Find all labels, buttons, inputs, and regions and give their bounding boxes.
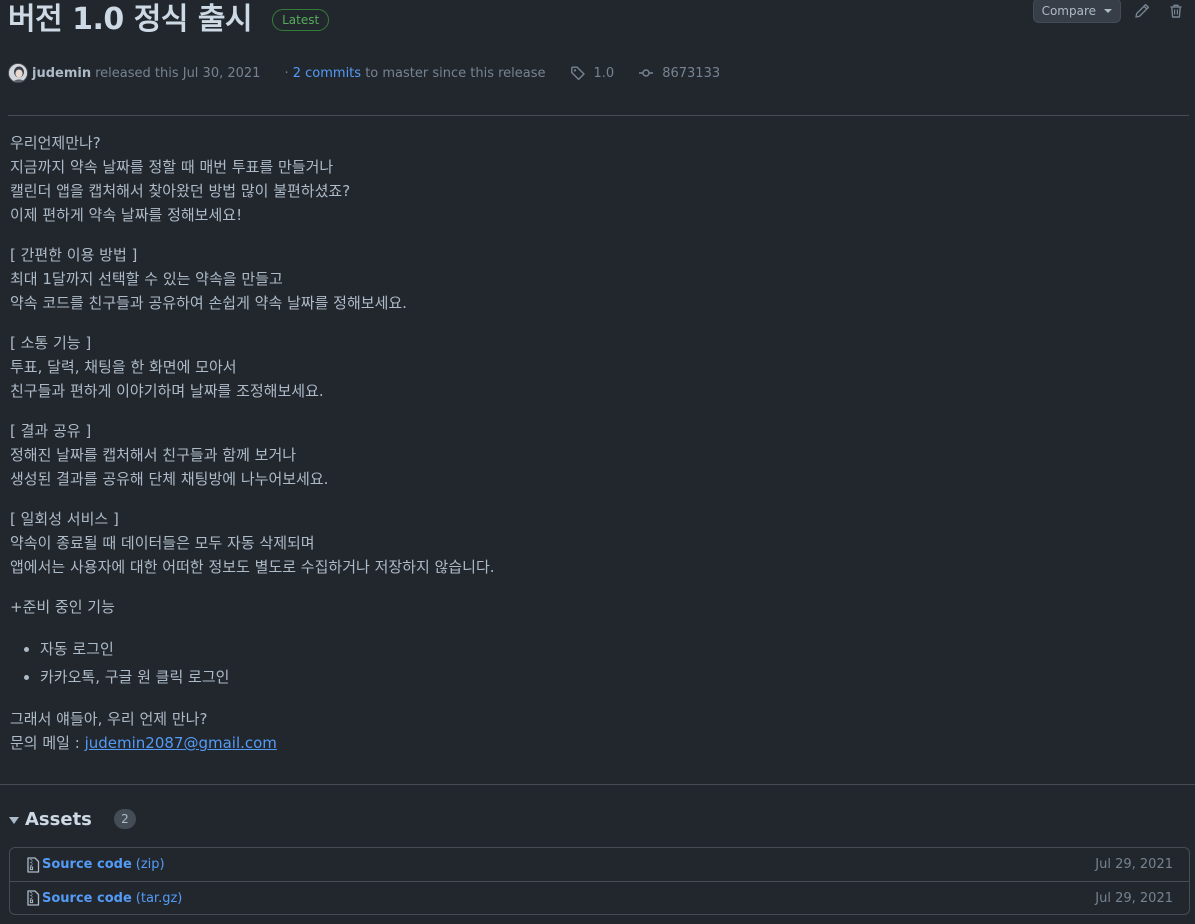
- released-date-text: released this Jul 30, 2021: [95, 65, 261, 81]
- upcoming-heading: +준비 중인 기능: [10, 598, 115, 616]
- release-actions: Compare: [1032, 0, 1189, 23]
- delete-release-button[interactable]: [1163, 0, 1189, 23]
- intro-paragraph: 우리언제만나? 지금까지 약속 날짜를 정할 때 매번 투표를 만들거나 캘린더…: [10, 131, 1160, 227]
- section-heading: [ 소통 기능 ]: [10, 334, 92, 352]
- text-line: 캘린더 앱을 캡처해서 찾아왔던 방법 많이 불편하셨죠?: [10, 182, 351, 200]
- contact-label: 문의 메일 :: [10, 734, 85, 752]
- release-title: 버전 1.0 정식 출시: [8, 2, 253, 37]
- assets-divider: [0, 784, 1195, 785]
- text-line: 최대 1달까지 선택할 수 있는 약속을 만들고: [10, 270, 283, 288]
- commits-link[interactable]: 2 commits: [293, 66, 361, 81]
- author-link[interactable]: judemin: [32, 66, 91, 81]
- asset-row: Source code (tar.gz) Jul 29, 2021: [10, 881, 1189, 914]
- compare-button-label: Compare: [1041, 3, 1096, 18]
- latest-badge: Latest: [272, 9, 330, 31]
- text-line: 앱에서는 사용자에 대한 어떠한 정보도 별도로 수집하거나 저장하지 않습니다…: [10, 558, 495, 576]
- header-divider: [8, 115, 1189, 116]
- text-line: 생성된 결과를 공유해 단체 채팅방에 나누어보세요.: [10, 470, 329, 488]
- release-page: 버전 1.0 정식 출시 Latest Compare judemin rele…: [0, 0, 1195, 924]
- asset-ext: (zip): [135, 857, 165, 872]
- compare-button[interactable]: Compare: [1032, 0, 1121, 23]
- contact-line: 문의 메일 : judemin2087@gmail.com: [10, 731, 1160, 755]
- text-line: 이제 편하게 약속 날짜를 정해보세요!: [10, 206, 243, 224]
- usage-paragraph: [ 간편한 이용 방법 ] 최대 1달까지 선택할 수 있는 약속을 만들고 약…: [10, 243, 1160, 315]
- assets-title: Assets: [25, 808, 92, 830]
- avatar-image: [9, 64, 27, 82]
- avatar[interactable]: [8, 63, 28, 83]
- section-heading: [ 일회성 서비스 ]: [10, 510, 119, 528]
- contact-email-link[interactable]: judemin2087@gmail.com: [85, 734, 277, 752]
- list-item: 자동 로그인: [40, 635, 1160, 663]
- commit-sha-link[interactable]: 8673133: [638, 65, 720, 81]
- tag-link[interactable]: 1.0: [570, 65, 615, 81]
- commits-suffix: to master since this release: [365, 65, 546, 81]
- file-zip-icon: [27, 856, 40, 873]
- closing-paragraph: 그래서 얘들아, 우리 언제 만나? 문의 메일 : judemin2087@g…: [10, 707, 1160, 755]
- communication-paragraph: [ 소통 기능 ] 투표, 달력, 채팅을 한 화면에 모아서 친구들과 편하게…: [10, 331, 1160, 403]
- text-line: 약속 코드를 친구들과 공유하여 손쉽게 약속 날짜를 정해보세요.: [10, 294, 407, 312]
- list-item: 카카오톡, 구글 원 클릭 로그인: [40, 663, 1160, 691]
- upcoming-list: 자동 로그인 카카오톡, 구글 원 클릭 로그인: [10, 635, 1160, 691]
- text-line: 친구들과 편하게 이야기하며 날짜를 조정해보세요.: [10, 382, 324, 400]
- assets-count-badge: 2: [113, 809, 136, 829]
- assets-list: Source code (zip) Jul 29, 2021 Source co…: [9, 847, 1190, 915]
- asset-date: Jul 29, 2021: [1095, 857, 1173, 872]
- text-line: 투표, 달력, 채팅을 한 화면에 모아서: [10, 358, 237, 376]
- release-meta: judemin released this Jul 30, 2021 · 2 c…: [8, 62, 720, 84]
- edit-release-button[interactable]: [1129, 0, 1155, 23]
- asset-download-link[interactable]: Source code (zip): [26, 856, 165, 873]
- closing-line: 그래서 얘들아, 우리 언제 만나?: [10, 710, 208, 728]
- share-paragraph: [ 결과 공유 ] 정해진 날짜를 캡처해서 친구들과 함께 보거나 생성된 결…: [10, 419, 1160, 491]
- commits-info: · 2 commits to master since this release: [284, 66, 545, 81]
- release-notes: 우리언제만나? 지금까지 약속 날짜를 정할 때 매번 투표를 만들거나 캘린더…: [10, 131, 1160, 771]
- chevron-down-icon: [1104, 8, 1112, 13]
- tag-label: 1.0: [593, 65, 615, 81]
- text-line: 약속이 종료될 때 데이터들은 모두 자동 삭제되며: [10, 534, 315, 552]
- onetime-paragraph: [ 일회성 서비스 ] 약속이 종료될 때 데이터들은 모두 자동 삭제되며 앱…: [10, 507, 1160, 579]
- tag-icon: [570, 66, 585, 81]
- release-title-row: 버전 1.0 정식 출시 Latest: [8, 0, 330, 40]
- asset-name: Source code: [42, 890, 132, 906]
- asset-name: Source code: [42, 857, 132, 872]
- commit-sha: 8673133: [662, 65, 721, 81]
- asset-ext: (tar.gz): [135, 890, 183, 906]
- pencil-icon: [1135, 3, 1150, 18]
- assets-toggle[interactable]: Assets 2: [9, 806, 136, 832]
- section-heading: [ 결과 공유 ]: [10, 422, 92, 440]
- asset-row: Source code (zip) Jul 29, 2021: [10, 848, 1189, 881]
- asset-download-link[interactable]: Source code (tar.gz): [26, 890, 182, 906]
- trash-icon: [1170, 4, 1182, 18]
- triangle-down-icon: [9, 816, 19, 824]
- file-zip-icon: [27, 890, 40, 906]
- text-line: 정해진 날짜를 캡처해서 친구들과 함께 보거나: [10, 446, 297, 464]
- asset-date: Jul 29, 2021: [1095, 890, 1173, 906]
- commits-separator: ·: [284, 65, 289, 81]
- text-line: 우리언제만나?: [10, 134, 101, 152]
- git-commit-icon: [639, 69, 654, 77]
- section-heading: [ 간편한 이용 방법 ]: [10, 246, 138, 264]
- text-line: 지금까지 약속 날짜를 정할 때 매번 투표를 만들거나: [10, 158, 334, 176]
